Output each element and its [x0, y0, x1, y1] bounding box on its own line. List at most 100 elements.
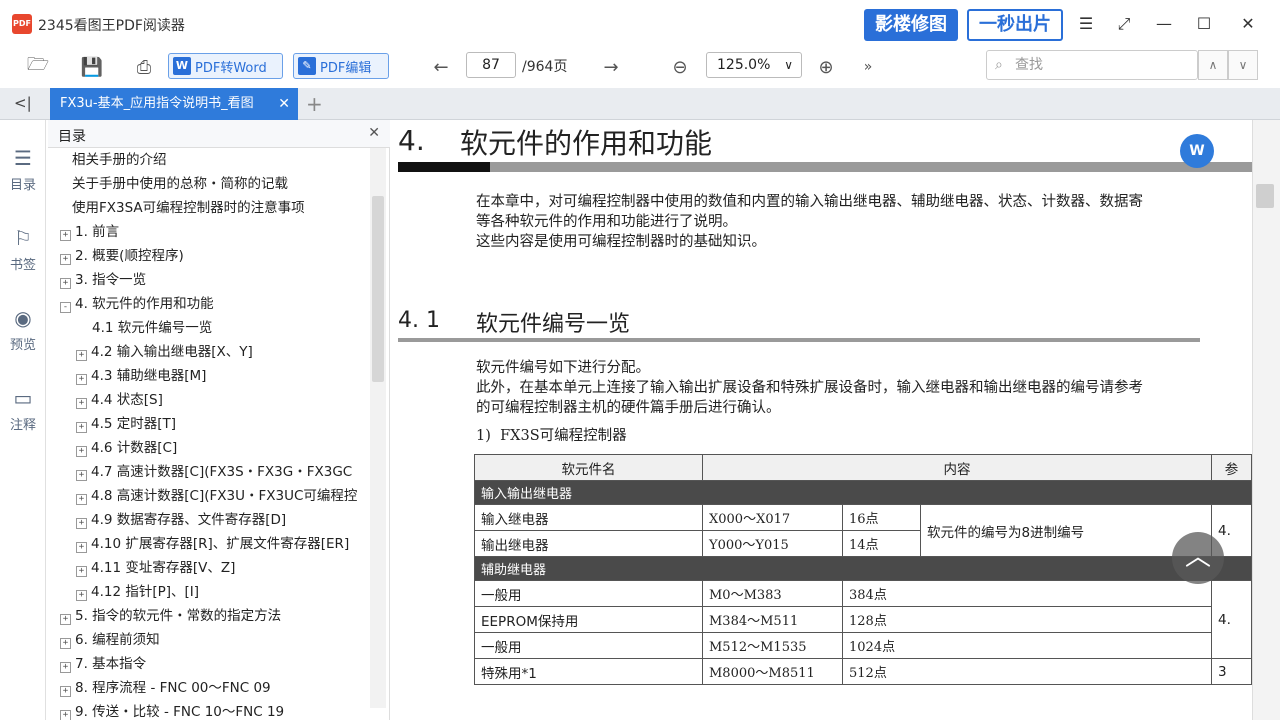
search-input[interactable]: ⌕ 查找: [986, 50, 1198, 80]
rail-annotations[interactable]: ▭ 注释: [0, 386, 46, 433]
tab-document[interactable]: FX3u-基本_应用指令说明书_看图 ✕: [50, 88, 298, 120]
rail-preview[interactable]: ◉ 预览: [0, 306, 46, 353]
close-tab-icon[interactable]: ✕: [278, 88, 290, 120]
expand-icon[interactable]: +: [76, 494, 87, 505]
toc-item[interactable]: +9. 传送・比较 - FNC 10～FNC 19: [60, 700, 284, 720]
expand-icon[interactable]: +: [60, 686, 71, 697]
toc-item[interactable]: +5. 指令的软元件・常数的指定方法: [60, 604, 281, 628]
expand-icon[interactable]: +: [60, 638, 71, 649]
zoom-select[interactable]: 125.0% ∨: [706, 52, 802, 78]
toc-item[interactable]: +3. 指令一览: [60, 268, 146, 292]
toc-item[interactable]: +4.10 扩展寄存器[R]、扩展文件寄存器[ER]: [76, 532, 349, 556]
menu-icon[interactable]: ☰: [1074, 12, 1098, 36]
zoom-out-icon[interactable]: ⊖: [666, 53, 694, 81]
table-header-cell: 软元件名: [474, 454, 703, 481]
section-para-3: 的可编程控制器主机的硬件篇手册后进行确认。: [476, 400, 781, 416]
next-page-icon[interactable]: →: [598, 53, 624, 81]
pdf-to-word-label: PDF转Word: [195, 60, 267, 76]
search-icon: ⌕: [995, 57, 1003, 73]
save-icon[interactable]: 💾: [78, 53, 106, 81]
open-folder-icon[interactable]: 🗁: [24, 53, 52, 81]
pdf-to-word-button[interactable]: W PDF转Word: [168, 53, 283, 79]
back-to-top-icon[interactable]: ︿: [1172, 532, 1224, 584]
expand-icon[interactable]: +: [76, 566, 87, 577]
search-next-button[interactable]: ∨: [1228, 50, 1258, 80]
expand-icon[interactable]: +: [76, 374, 87, 385]
more-tools-icon[interactable]: »: [858, 53, 878, 81]
expand-icon[interactable]: +: [60, 614, 71, 625]
toc-item[interactable]: +6. 编程前须知: [60, 628, 160, 652]
add-tab-icon[interactable]: +: [306, 92, 323, 116]
toc-item[interactable]: +2. 概要(顺控程序): [60, 244, 184, 268]
rail-bookmarks-label: 书签: [9, 258, 36, 273]
table-cell: 384点: [842, 580, 1212, 607]
collapse-icon[interactable]: -: [60, 302, 71, 313]
promo-quick-output-button[interactable]: 一秒出片: [967, 9, 1063, 41]
close-window-icon[interactable]: ✕: [1236, 12, 1260, 36]
zoom-in-icon[interactable]: ⊕: [812, 53, 840, 81]
word-convert-float-icon[interactable]: W: [1180, 134, 1214, 168]
toc-panel: 目录 ✕ 相关手册的介绍关于手册中使用的总称・简称的记载使用FX3SA可编程控制…: [48, 120, 390, 720]
toc-scroll-thumb[interactable]: [372, 196, 384, 382]
page-number-input[interactable]: 87: [466, 52, 516, 78]
toc-title: 目录: [58, 129, 86, 145]
expand-icon[interactable]: +: [76, 446, 87, 457]
document-scrollbar[interactable]: [1252, 120, 1280, 720]
promo-photo-retouch-button[interactable]: 影楼修图: [864, 9, 958, 41]
toc-item-label: 4.5 定时器[T]: [91, 416, 177, 432]
expand-icon[interactable]: +: [76, 422, 87, 433]
toc-item[interactable]: +4.4 状态[S]: [76, 388, 163, 412]
expand-icon[interactable]: +: [76, 590, 87, 601]
prev-page-icon[interactable]: ←: [428, 53, 454, 81]
toc-item[interactable]: 4.1 软元件编号一览: [92, 316, 212, 340]
toc-item[interactable]: 关于手册中使用的总称・简称的记载: [72, 172, 288, 196]
toc-item[interactable]: +4.12 指针[P]、[I]: [76, 580, 199, 604]
collapse-sidebar-icon[interactable]: <|: [14, 94, 32, 112]
toc-item[interactable]: 使用FX3SA可编程控制器时的注意事项: [72, 196, 305, 220]
maximize-icon[interactable]: ☐: [1192, 12, 1216, 36]
intro-line-2: 等各种软元件的作用和功能进行了说明。: [476, 214, 737, 230]
toc-item-label: 4.6 计数器[C]: [91, 440, 178, 456]
toc-item[interactable]: +8. 程序流程 - FNC 00～FNC 09: [60, 676, 271, 700]
document-scroll-thumb[interactable]: [1256, 184, 1274, 208]
expand-icon[interactable]: +: [60, 662, 71, 673]
toc-item[interactable]: +4.6 计数器[C]: [76, 436, 177, 460]
print-icon[interactable]: ⎙: [130, 53, 158, 81]
document-page: 4. 软元件的作用和功能 在本章中，对可编程控制器中使用的数值和内置的输入输出继…: [390, 120, 1252, 720]
pdf-edit-button[interactable]: ✎ PDF编辑: [293, 53, 389, 79]
table-header-cell: 参: [1211, 454, 1252, 481]
table-group-row: 辅助继电器: [474, 556, 1252, 581]
expand-icon[interactable]: +: [76, 398, 87, 409]
expand-icon[interactable]: +: [76, 350, 87, 361]
rail-toc[interactable]: ☰ 目录: [0, 146, 46, 193]
toc-item[interactable]: +4.7 高速计数器[C](FX3S・FX3G・FX3GC: [76, 460, 352, 484]
toc-item[interactable]: +4.11 变址寄存器[V、Z]: [76, 556, 235, 580]
comment-icon: ▭: [13, 386, 33, 410]
toc-item[interactable]: +7. 基本指令: [60, 652, 146, 676]
table-cell: 4.: [1211, 580, 1252, 659]
fullscreen-icon[interactable]: ⤢: [1112, 12, 1136, 36]
expand-icon[interactable]: +: [76, 518, 87, 529]
expand-icon[interactable]: +: [60, 710, 71, 720]
search-prev-button[interactable]: ∧: [1198, 50, 1228, 80]
expand-icon[interactable]: +: [60, 254, 71, 265]
expand-icon[interactable]: +: [76, 470, 87, 481]
close-toc-icon[interactable]: ✕: [368, 125, 380, 141]
toc-item[interactable]: +4.2 输入输出继电器[X、Y]: [76, 340, 253, 364]
toc-item[interactable]: +1. 前言: [60, 220, 119, 244]
intro-line-3: 这些内容是使用可编程控制器时的基础知识。: [476, 234, 766, 250]
toc-item-label: 关于手册中使用的总称・简称的记载: [72, 176, 288, 192]
expand-icon[interactable]: +: [76, 542, 87, 553]
title-bar: PDF 2345看图王PDF阅读器 影楼修图 一秒出片 ☰ ⤢ — ☐ ✕: [0, 0, 1280, 48]
minimize-icon[interactable]: —: [1152, 12, 1176, 36]
toc-item[interactable]: +4.8 高速计数器[C](FX3U・FX3UC可编程控: [76, 484, 357, 508]
toc-item[interactable]: +4.9 数据寄存器、文件寄存器[D]: [76, 508, 286, 532]
toc-item[interactable]: +4.5 定时器[T]: [76, 412, 176, 436]
expand-icon[interactable]: +: [60, 230, 71, 241]
rail-bookmarks[interactable]: ⚐ 书签: [0, 226, 46, 273]
toc-item-label: 4.8 高速计数器[C](FX3U・FX3UC可编程控: [91, 488, 358, 504]
toc-item[interactable]: -4. 软元件的作用和功能: [60, 292, 214, 316]
toc-item[interactable]: +4.3 辅助继电器[M]: [76, 364, 206, 388]
toc-item[interactable]: 相关手册的介绍: [72, 148, 167, 172]
expand-icon[interactable]: +: [60, 278, 71, 289]
